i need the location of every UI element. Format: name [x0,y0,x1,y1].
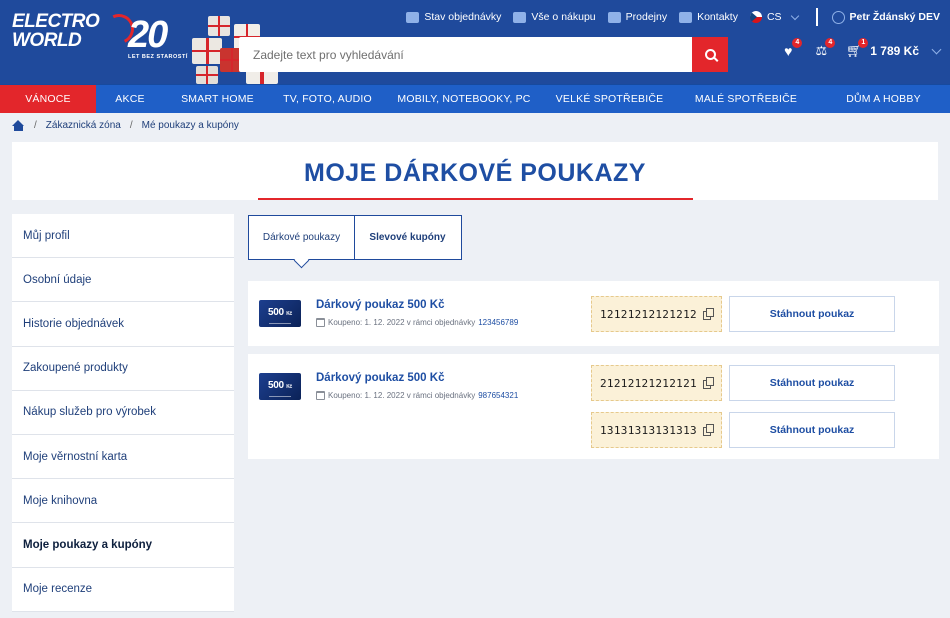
voucher-meta: Koupeno: 1. 12. 2022 v rámci objednávky … [316,318,518,327]
cart-count-badge: 1 [858,38,869,48]
wishlist-count-badge: 4 [792,38,803,48]
nav-item-velke-spotrebice[interactable]: VELKÉ SPOTŘEBIČE [544,85,675,113]
sidebar-item-order-history[interactable]: Historie objednávek [12,302,234,347]
site-header: ELECTRO WORLD 20 LET BEZ STAROSTÍ Stav o… [0,0,950,84]
search-button[interactable] [692,37,728,72]
breadcrumb-item-vouchers[interactable]: Mé poukazy a kupóny [142,120,239,131]
mail-icon [679,11,693,23]
page-title: MOJE DÁRKOVÉ POUKAZY [304,159,646,187]
language-selector[interactable]: CS [749,11,799,23]
top-link-order-status[interactable]: Stav objednávky [406,11,501,23]
title-underline [258,198,693,200]
tab-gift-vouchers[interactable]: Dárkové poukazy [248,215,355,260]
logo-wordmark: ELECTRO WORLD [12,11,100,51]
nav-item-akce[interactable]: AKCE [96,85,164,113]
voucher-card: 500 Kč Dárkový poukaz 500 Kč Koupeno: 1.… [248,354,939,459]
heart-icon: ♥ [784,43,793,59]
order-number-link[interactable]: 987654321 [478,391,518,400]
nav-item-smart-home[interactable]: SMART HOME [164,85,271,113]
download-voucher-button[interactable]: Stáhnout poukaz [729,365,895,401]
user-account-link[interactable]: Petr Ždánský DEV [831,10,940,24]
store-icon [607,11,621,23]
voucher-thumbnail: 500 Kč [259,300,301,327]
search-icon [704,49,716,60]
calendar-icon [316,391,325,400]
nav-item-mobily[interactable]: MOBILY, NOTEBOOKY, PC [384,85,544,113]
top-link-stores[interactable]: Prodejny [607,11,667,23]
nav-item-dum-a-hobby[interactable]: DŮM A HOBBY [817,85,950,113]
sidebar-item-personal-data[interactable]: Osobní údaje [12,258,234,303]
calendar-icon [316,318,325,327]
top-link-shopping-info[interactable]: Vše o nákupu [513,11,596,23]
account-sidebar: Můj profil Osobní údaje Historie objedná… [12,214,234,612]
voucher-code[interactable]: 13131313131313 [591,412,722,448]
main-navigation: VÁNOCE AKCE SMART HOME TV, FOTO, AUDIO M… [0,84,950,113]
voucher-code[interactable]: 21212121212121 [591,365,722,401]
nav-item-tv-foto-audio[interactable]: TV, FOTO, AUDIO [271,85,384,113]
search-bar [239,37,728,72]
sidebar-item-vouchers[interactable]: Moje poukazy a kupóny [12,523,234,568]
download-voucher-button[interactable]: Stáhnout poukaz [729,296,895,332]
voucher-code[interactable]: 12121212121212 [591,296,722,332]
divider [815,8,818,26]
voucher-thumbnail: 500 Kč [259,373,301,400]
breadcrumb-item-customer-zone[interactable]: Zákaznická zóna [46,120,121,131]
nav-item-vanoce[interactable]: VÁNOCE [0,85,96,113]
voucher-tabs: Dárkové poukazy Slevové kupóny [248,215,462,260]
cart-total[interactable]: 1 789 Kč [870,44,919,58]
copy-icon[interactable] [703,377,714,389]
electroworld-logo[interactable]: ELECTRO WORLD 20 LET BEZ STAROSTÍ [12,9,192,72]
sidebar-item-loyalty-card[interactable]: Moje věrnostní karta [12,435,234,480]
wishlist-button[interactable]: ♥ 4 [780,38,803,59]
top-link-contacts[interactable]: Kontakty [679,11,738,23]
voucher-title[interactable]: Dárkový poukaz 500 Kč [316,299,444,311]
czech-flag-icon [749,11,762,23]
breadcrumb: / Zákaznická zóna / Mé poukazy a kupóny [12,120,239,131]
box-icon [406,11,420,23]
header-actions: ♥ 4 ⚖ 4 🛒︎ 1 1 789 Kč [763,38,942,59]
copy-icon[interactable] [703,308,714,320]
chevron-down-icon[interactable] [931,44,942,54]
info-cart-icon [513,11,527,23]
chevron-down-icon [790,11,799,20]
download-voucher-button[interactable]: Stáhnout poukaz [729,412,895,448]
voucher-meta: Koupeno: 1. 12. 2022 v rámci objednávky … [316,391,518,400]
voucher-title[interactable]: Dárkový poukaz 500 Kč [316,372,444,384]
nav-item-male-spotrebice[interactable]: MALÉ SPOTŘEBIČE [675,85,817,113]
sidebar-item-purchased-products[interactable]: Zakoupené produkty [12,347,234,391]
logo-slogan: LET BEZ STAROSTÍ [128,54,188,60]
sidebar-item-profile[interactable]: Můj profil [12,214,234,259]
logo-anniversary-number: 20 [128,14,168,56]
sidebar-item-services[interactable]: Nákup služeb pro výrobek [12,391,234,435]
page-title-card: MOJE DÁRKOVÉ POUKAZY [12,142,938,200]
voucher-card: 500 Kč Dárkový poukaz 500 Kč Koupeno: 1.… [248,281,939,346]
search-input[interactable] [239,37,692,72]
cart-button[interactable]: 🛒︎ 1 [846,38,869,59]
copy-icon[interactable] [703,424,714,436]
order-number-link[interactable]: 123456789 [478,318,518,327]
compare-button[interactable]: ⚖ 4 [813,38,836,59]
user-icon [831,10,845,24]
sidebar-item-library[interactable]: Moje knihovna [12,479,234,524]
tab-discount-coupons[interactable]: Slevové kupóny [353,215,462,260]
compare-count-badge: 4 [825,38,836,48]
home-icon[interactable] [12,120,25,131]
sidebar-item-reviews[interactable]: Moje recenze [12,568,234,612]
top-links-bar: Stav objednávky Vše o nákupu Prodejny Ko… [394,8,940,26]
